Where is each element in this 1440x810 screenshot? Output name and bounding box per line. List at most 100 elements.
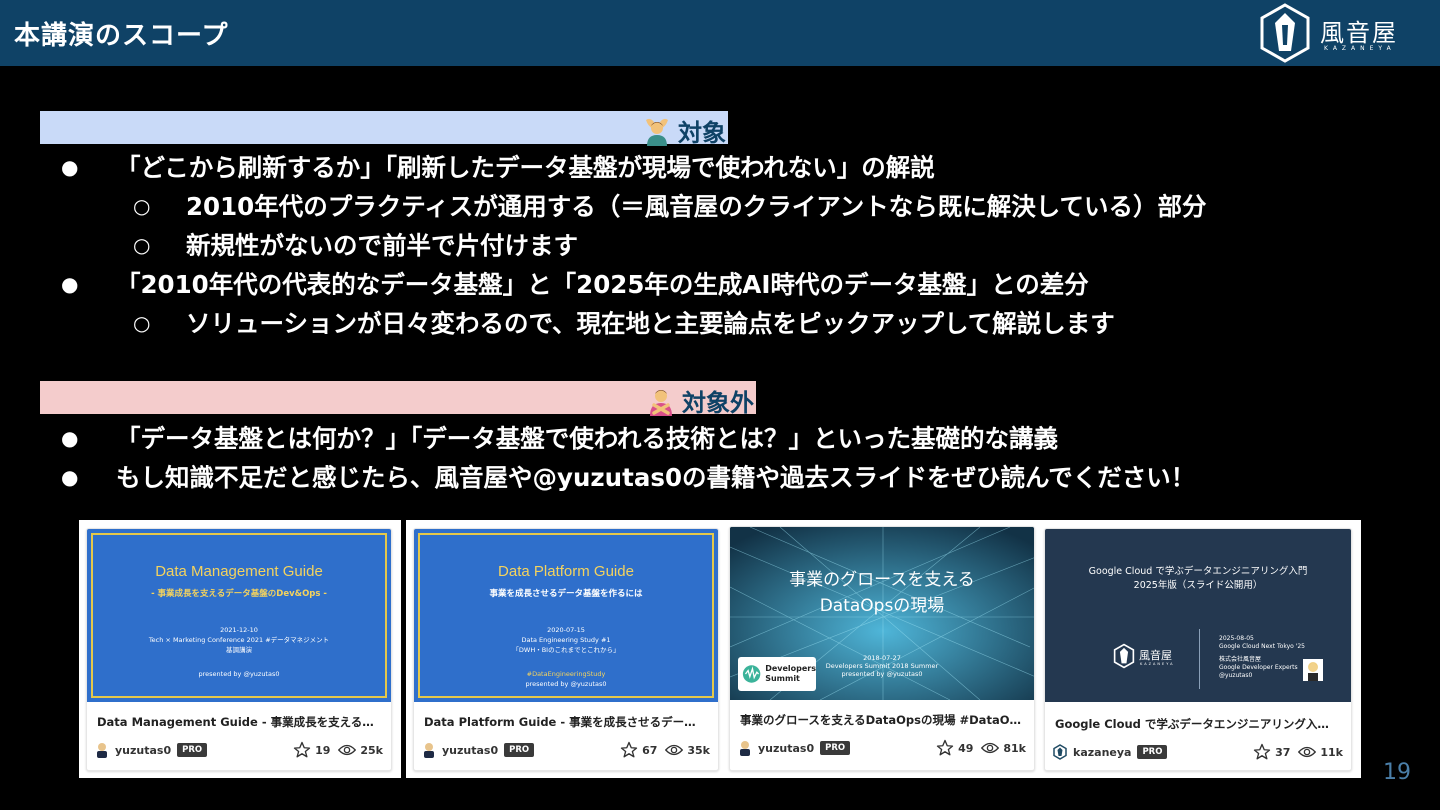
thumbnail-logo-text: 風音屋: [1139, 649, 1172, 662]
thumbnail-title-line2: DataOpsの現場: [819, 596, 945, 616]
slide-card-group: Data Management Guide - 事業成長を支えるデータ基盤のDe…: [79, 520, 401, 778]
thumbnail-title: Data Platform Guide: [498, 563, 634, 580]
slide-card-group: Data Platform Guide 事業を成長させるデータ基盤を作るには 2…: [406, 520, 1038, 778]
page-number: 19: [1383, 760, 1411, 785]
star-count-value: 19: [315, 743, 331, 757]
devsumi-badge: Developers Summit: [738, 657, 816, 691]
thumbnail-date: 2025-08-05: [1219, 635, 1254, 642]
thumbnail-title-line2: 2025年版（スライド公開用）: [1133, 580, 1263, 591]
slide-thumbnail[interactable]: Data Management Guide - 事業成長を支えるデータ基盤のDe…: [87, 529, 391, 702]
target-label: 対象: [678, 119, 726, 147]
pro-badge: PRO: [504, 743, 535, 757]
slide-card-meta: yuzutas0 PRO 19 25k: [95, 740, 383, 760]
target-subitem-1: 2010年代のプラクティスが通用する（＝風音屋のクライアントなら既に解決している…: [186, 192, 1207, 221]
thumbnail-role: 「DWH・BIのこれまでとこれから」: [512, 646, 620, 654]
author-name[interactable]: kazaneya: [1073, 746, 1131, 759]
devsumi-line2: Summit: [765, 674, 800, 683]
outside-item-1: 「データ基盤とは何か？」「データ基盤で使われる技術とは？」といった基礎的な講義: [116, 424, 1059, 453]
outside-item-2: もし知識不足だと感じたら、風音屋や@yuzutas0の書籍や過去スライドをぜひ読…: [116, 463, 1196, 492]
slide-card-title[interactable]: Data Management Guide - 事業成長を支えるデータ基盤のDe…: [97, 714, 379, 730]
slide-card-meta: kazaneya PRO 37 11k: [1053, 742, 1343, 762]
person-gesturing-ok-icon: [646, 118, 668, 146]
logo-subtext: KAZANEYA: [1324, 45, 1396, 52]
view-count-value: 81k: [1003, 741, 1026, 755]
person-gesturing-no-icon: [650, 389, 672, 416]
star-count[interactable]: 49: [936, 739, 973, 757]
kazaneya-logo-icon: [1260, 3, 1310, 63]
bullet-dot: ●: [61, 155, 79, 179]
view-count: 25k: [338, 743, 383, 757]
thumbnail-hashtag: #DataEngineeringStudy: [526, 670, 606, 678]
thumbnail-date: 2020-07-15: [547, 626, 585, 634]
sub-bullet-circle: ○: [133, 194, 151, 218]
kazaneya-logo: 風音屋 KAZANEYA: [1258, 3, 1408, 63]
target-item-2: 「2010年代の代表的なデータ基盤」と「2025年の生成AI時代のデータ基盤」と…: [116, 270, 1089, 299]
slide-thumbnail[interactable]: 事業のグロースを支える DataOpsの現場 2018-07-27 Develo…: [730, 527, 1034, 700]
devsumi-line1: Developers: [765, 664, 816, 673]
slide-title: 本講演のスコープ: [14, 21, 229, 51]
thumbnail-role: Google Developer Experts: [1219, 664, 1298, 671]
bullet-dot: ●: [61, 272, 79, 296]
thumbnail-subtitle: - 事業成長を支えるデータ基盤のDev&Ops -: [151, 589, 327, 599]
author-name[interactable]: yuzutas0: [442, 744, 498, 757]
avatar[interactable]: [422, 742, 436, 758]
thumbnail-logo: 風音屋 KAZANEYA: [1113, 643, 1193, 669]
thumbnail-title: Data Management Guide: [155, 563, 323, 580]
view-count-value: 25k: [360, 743, 383, 757]
thumbnail-subtitle: 事業を成長させるデータ基盤を作るには: [489, 589, 643, 599]
slide-card-group: Google Cloud で学ぶデータエンジニアリング入門 2025年版（スライ…: [1038, 520, 1361, 778]
bullet-dot: ●: [61, 426, 79, 450]
star-count[interactable]: 37: [1253, 743, 1290, 761]
slide-card-title[interactable]: Google Cloud で学ぶデータエンジニアリング入門 2025年版: [1055, 716, 1339, 732]
target-section-heading: 対象: [642, 113, 726, 148]
bullet-dot: ●: [61, 465, 79, 489]
slide-thumbnail[interactable]: Data Platform Guide 事業を成長させるデータ基盤を作るには 2…: [414, 529, 718, 702]
thumbnail-title-line1: 事業のグロースを支える: [789, 570, 975, 590]
thumbnail-title-line1: Google Cloud で学ぶデータエンジニアリング入門: [1088, 566, 1308, 577]
sub-bullet-circle: ○: [133, 311, 151, 335]
slide-card[interactable]: Data Platform Guide 事業を成長させるデータ基盤を作るには 2…: [413, 528, 719, 771]
star-icon: [936, 739, 954, 756]
thumbnail-role: 基調講演: [226, 646, 252, 654]
view-count: 81k: [981, 741, 1026, 755]
slide-card-title[interactable]: 事業のグロースを支えるDataOpsの現場 #DataOps #devsumi: [740, 712, 1022, 728]
view-count-value: 35k: [687, 743, 710, 757]
pro-badge: PRO: [820, 741, 851, 755]
sub-bullet-circle: ○: [133, 233, 151, 257]
thumbnail-divider: [1199, 629, 1200, 689]
star-count-value: 49: [958, 741, 974, 755]
star-count-value: 37: [1275, 745, 1291, 759]
thumbnail-logo-sub: KAZANEYA: [1140, 662, 1175, 666]
slide-card-meta: yuzutas0 PRO 49 81k: [738, 738, 1026, 758]
thumbnail-date: 2021-12-10: [220, 626, 258, 634]
view-count: 35k: [665, 743, 710, 757]
star-count[interactable]: 19: [293, 741, 330, 759]
star-count[interactable]: 67: [620, 741, 657, 759]
devsumi-logo-icon: [742, 665, 761, 683]
slide-card-title[interactable]: Data Platform Guide - 事業を成長させるデータ基盤を作るには: [424, 714, 706, 730]
eye-icon: [981, 742, 1000, 754]
slide-card-meta: yuzutas0 PRO 67 35k: [422, 740, 710, 760]
author-name[interactable]: yuzutas0: [758, 742, 814, 755]
speaker-avatar: [1303, 659, 1323, 681]
thumbnail-company: 株式会社風音屋: [1219, 656, 1262, 663]
avatar[interactable]: [738, 740, 752, 756]
view-count: 11k: [1298, 745, 1343, 759]
avatar[interactable]: [95, 742, 109, 758]
thumbnail-handle: @yuzutas0: [1219, 672, 1253, 679]
slide-header: 本講演のスコープ 風音屋 KAZANEYA: [0, 0, 1440, 66]
star-icon: [293, 741, 311, 758]
slide-thumbnail[interactable]: Google Cloud で学ぶデータエンジニアリング入門 2025年版（スライ…: [1045, 529, 1351, 702]
eye-icon: [1298, 746, 1317, 758]
slide-card[interactable]: Google Cloud で学ぶデータエンジニアリング入門 2025年版（スライ…: [1044, 528, 1352, 771]
slide-card[interactable]: Data Management Guide - 事業成長を支えるデータ基盤のDe…: [86, 528, 392, 771]
pro-badge: PRO: [177, 743, 208, 757]
avatar[interactable]: [1053, 744, 1067, 760]
target-item-1: 「どこから刷新するか」「刷新したデータ基盤が現場で使われない」の解説: [116, 153, 935, 182]
author-name[interactable]: yuzutas0: [115, 744, 171, 757]
slide-card[interactable]: 事業のグロースを支える DataOpsの現場 2018-07-27 Develo…: [729, 526, 1035, 771]
outside-section-heading: 対象外: [646, 383, 754, 418]
eye-icon: [665, 744, 684, 756]
star-icon: [620, 741, 638, 758]
outside-label: 対象外: [682, 389, 754, 417]
